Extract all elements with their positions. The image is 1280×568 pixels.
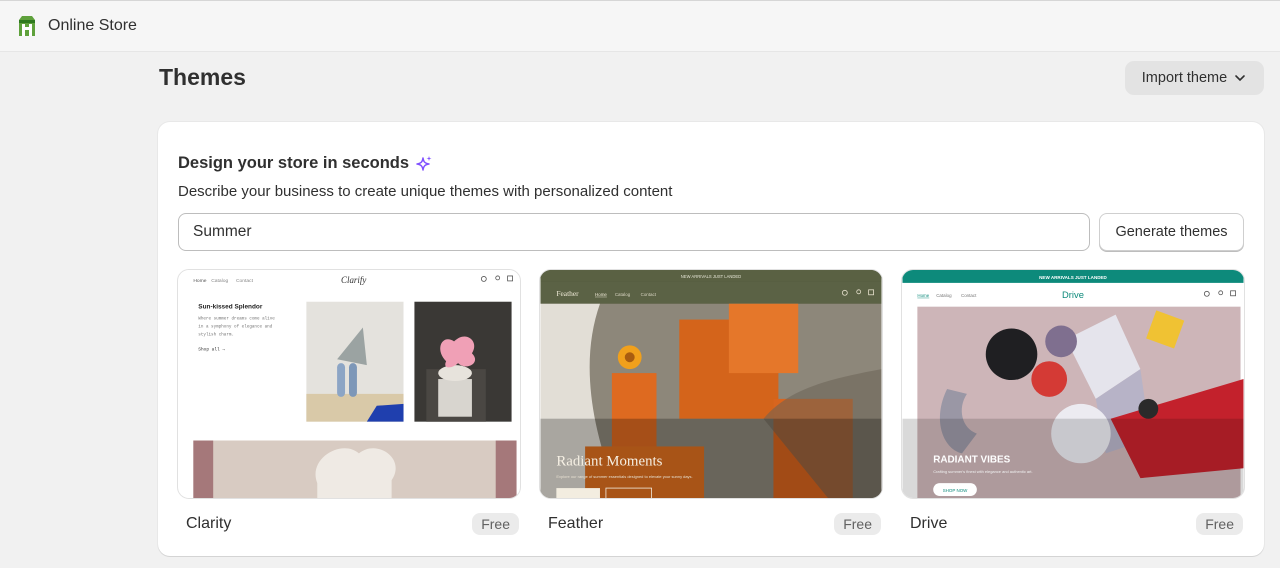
drive-nav-2: Catalog — [936, 293, 952, 298]
theme-card-drive[interactable]: NEW ARRIVALS JUST LANDED Home Catalog Co… — [901, 269, 1245, 535]
business-description-input[interactable] — [178, 213, 1090, 251]
theme-preview-drive[interactable]: NEW ARRIVALS JUST LANDED Home Catalog Co… — [901, 269, 1245, 499]
feather-logo: Feather — [556, 289, 579, 298]
import-theme-label: Import theme — [1141, 70, 1228, 86]
design-card-title-text: Design your store in seconds — [178, 154, 410, 172]
design-card-description: Describe your business to create unique … — [178, 183, 673, 200]
theme-card-clarity[interactable]: Home Catalog Contact Clarify Sun-kissed … — [177, 269, 521, 535]
drive-announcement: NEW ARRIVALS JUST LANDED — [1039, 275, 1107, 280]
page-title: Themes — [159, 64, 246, 90]
design-card-title: Design your store in seconds — [178, 154, 433, 173]
feather-heading: Radiant Moments — [556, 453, 662, 469]
theme-name-clarity: Clarity — [186, 515, 232, 532]
clarity-body-1: Where summer dreams come alive — [198, 317, 275, 322]
clarity-logo: Clarify — [341, 275, 366, 285]
drive-nav-1: Home — [917, 293, 929, 298]
clarity-nav-2: Catalog — [211, 278, 228, 284]
feather-nav-2: Catalog — [615, 292, 631, 297]
feather-nav-3: Contact — [641, 292, 657, 297]
import-theme-button[interactable]: Import theme — [1125, 61, 1264, 95]
top-bar: Online Store — [0, 0, 1280, 52]
drive-heading: RADIANT VIBES — [933, 454, 1010, 465]
theme-preview-feather[interactable]: NEW ARRIVALS JUST LANDED Feather Home Ca… — [539, 269, 883, 499]
feather-preview-image: NEW ARRIVALS JUST LANDED Feather Home Ca… — [540, 270, 882, 498]
drive-logo: Drive — [1062, 289, 1084, 300]
clarity-preview-image: Home Catalog Contact Clarify Sun-kissed … — [178, 270, 520, 498]
clarity-heading: Sun-kissed Splendor — [198, 304, 263, 311]
price-badge-drive: Free — [1196, 513, 1243, 535]
shop-bag-icon — [19, 16, 35, 36]
drive-cta: SHOP NOW — [943, 488, 968, 493]
drive-body: Crafting summer's finest with elegance a… — [933, 469, 1032, 474]
feather-announcement: NEW ARRIVALS JUST LANDED — [681, 274, 741, 279]
clarity-nav-1: Home — [193, 278, 206, 284]
feather-body: Explore our range of summer essentials d… — [556, 474, 692, 479]
price-badge-clarity: Free — [472, 513, 519, 535]
clarity-body-2: in a symphony of elegance and — [198, 324, 272, 329]
theme-name-drive: Drive — [910, 515, 948, 532]
chevron-down-icon — [1235, 75, 1246, 82]
theme-preview-clarity[interactable]: Home Catalog Contact Clarify Sun-kissed … — [177, 269, 521, 499]
generate-themes-button[interactable]: Generate themes — [1099, 213, 1244, 251]
clarity-link: Shop all → — [198, 346, 225, 352]
theme-card-feather[interactable]: NEW ARRIVALS JUST LANDED Feather Home Ca… — [539, 269, 883, 535]
drive-preview-image: NEW ARRIVALS JUST LANDED Home Catalog Co… — [902, 270, 1244, 498]
sparkle-icon — [416, 155, 432, 171]
clarity-body-3: stylish charm. — [198, 332, 234, 337]
design-store-card: Design your store in seconds Describe yo… — [158, 122, 1264, 556]
app-title: Online Store — [48, 17, 137, 34]
price-badge-feather: Free — [834, 513, 881, 535]
theme-name-feather: Feather — [548, 515, 604, 532]
drive-nav-3: Contact — [961, 293, 977, 298]
clarity-nav-3: Contact — [236, 278, 254, 284]
feather-nav-1: Home — [595, 292, 607, 297]
